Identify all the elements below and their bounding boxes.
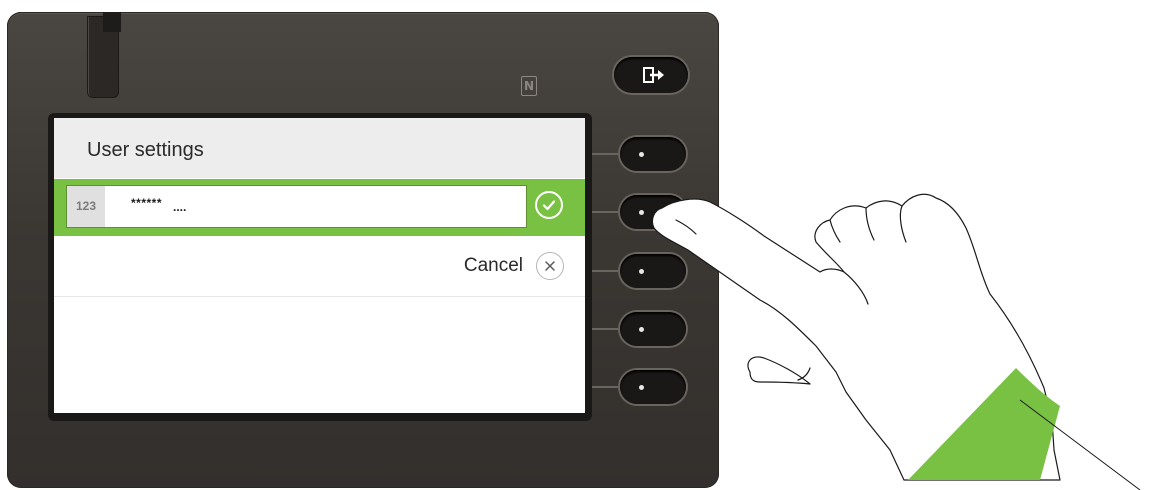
nfc-icon: N <box>521 76 537 96</box>
password-masked-value: ****** <box>131 196 163 210</box>
page-title: User settings <box>87 139 204 161</box>
key-lead-line-2 <box>592 211 618 213</box>
password-input[interactable]: 123 ****** .... <box>66 185 527 228</box>
logout-icon <box>643 67 664 83</box>
check-icon <box>542 200 556 211</box>
cancel-button[interactable] <box>536 252 564 280</box>
screen-header: User settings <box>54 118 585 178</box>
pointing-hand-illustration <box>651 193 1141 490</box>
key-lead-line-1 <box>592 153 618 155</box>
cancel-label: Cancel <box>463 255 523 276</box>
close-icon <box>545 261 555 271</box>
logout-button[interactable] <box>614 57 688 93</box>
input-cursor: .... <box>173 200 187 214</box>
cancel-row[interactable]: Cancel <box>54 236 585 297</box>
handset-hook <box>103 12 121 32</box>
display: User settings 123 ****** .... Cancel <box>54 118 585 413</box>
key-lead-line-5 <box>592 386 618 388</box>
key-lead-line-4 <box>592 328 618 330</box>
key-lead-line-3 <box>592 270 618 272</box>
input-mode-badge: 123 <box>67 186 105 227</box>
confirm-button[interactable] <box>535 191 563 219</box>
